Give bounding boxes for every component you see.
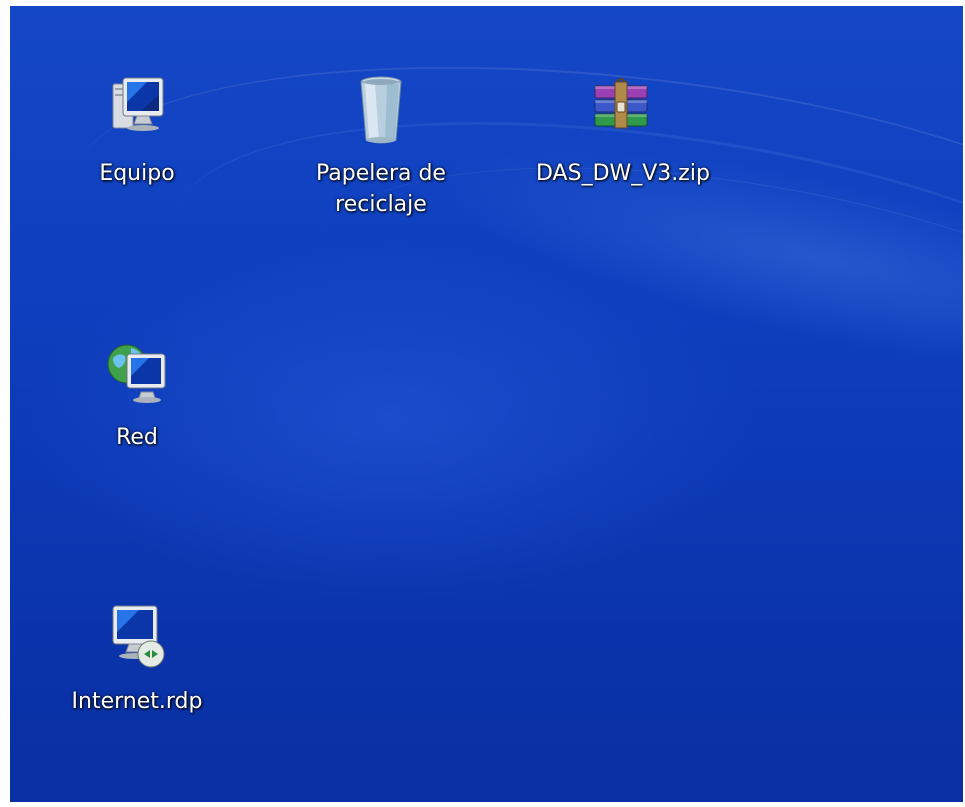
desktop-icon-label: Papelera de reciclaje — [316, 161, 446, 217]
remote-desktop-icon — [112, 605, 165, 668]
desktop[interactable]: Equipo Papelera de reciclaje DAS_DW_V3.z… — [10, 6, 963, 802]
desktop-icon-equipo[interactable]: Equipo — [52, 70, 222, 189]
desktop-icon-label: Red — [116, 425, 158, 450]
desktop-icon-internet-rdp[interactable]: Internet.rdp — [52, 598, 222, 717]
desktop-icon-label: Equipo — [99, 161, 175, 186]
computer-icon — [112, 77, 164, 131]
screenshot-frame: Equipo Papelera de reciclaje DAS_DW_V3.z… — [0, 0, 965, 807]
network-icon — [107, 344, 166, 403]
desktop-icon-das-dw-v3-zip[interactable]: DAS_DW_V3.zip — [536, 70, 710, 189]
desktop-icon-label: DAS_DW_V3.zip — [536, 161, 710, 186]
recycle-bin-icon — [360, 76, 402, 144]
desktop-icon-label: Internet.rdp — [71, 689, 203, 714]
desktop-icon-papelera[interactable]: Papelera de reciclaje — [296, 70, 466, 220]
desktop-icon-red[interactable]: Red — [52, 334, 222, 453]
winrar-archive-icon — [594, 78, 648, 129]
